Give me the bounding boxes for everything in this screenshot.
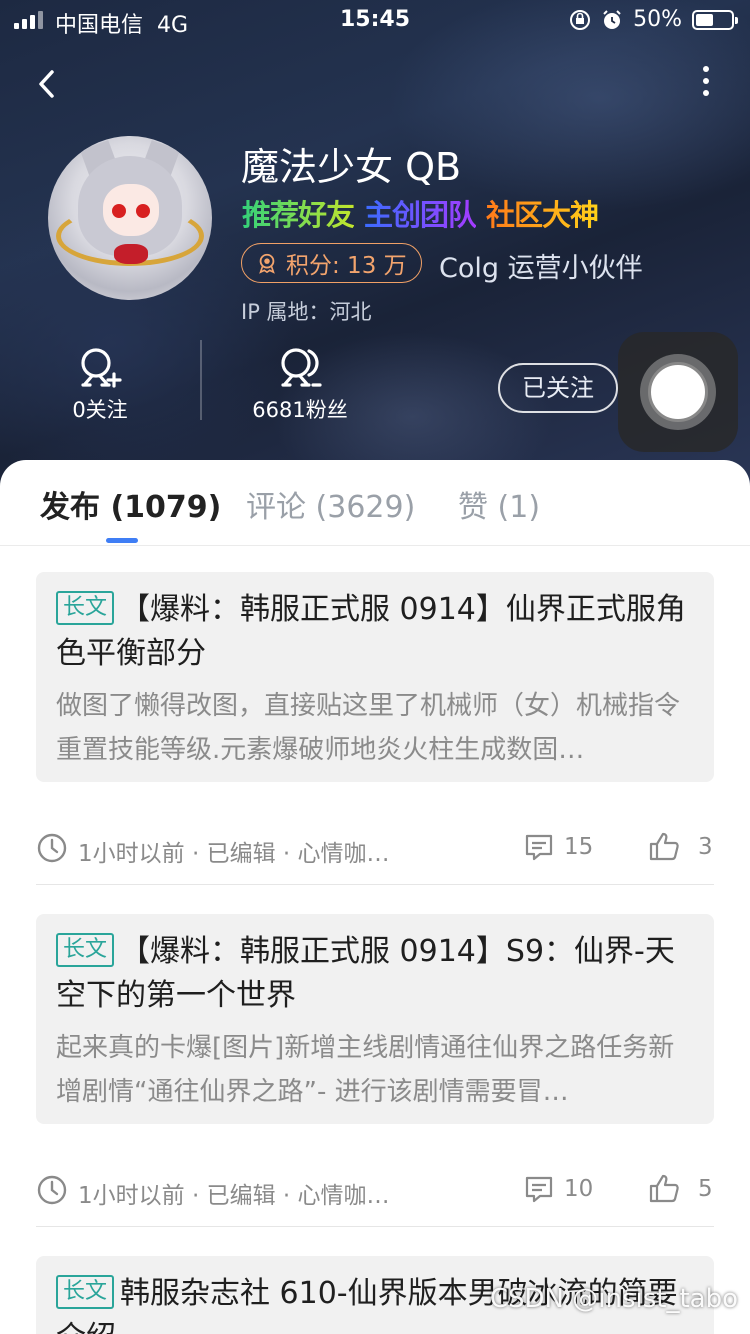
username: 魔法少女 QB <box>241 145 462 189</box>
comment-icon[interactable] <box>524 832 554 862</box>
tab-bar: 发布 (1079) 评论 (3629) 赞 (1) <box>0 460 750 546</box>
like-count: 5 <box>698 1176 713 1202</box>
thumbs-up-icon[interactable] <box>648 1172 680 1204</box>
long-post-tag: 长文 <box>56 1275 115 1309</box>
post-divider <box>36 1226 714 1227</box>
orientation-lock-icon <box>570 9 591 30</box>
post-title: 长文 【爆料：韩服正式服 0914】S9：仙界-天空下的第一个世界 <box>56 933 675 1013</box>
post-time: 1小时以前 · 已编辑 · 心情咖… <box>78 1183 390 1209</box>
long-post-tag: 长文 <box>56 933 115 967</box>
user-badges: 推荐好友 主创团队 社区大神 <box>242 192 599 234</box>
thumbs-up-icon[interactable] <box>648 830 680 862</box>
followers-stat[interactable]: 6681粉丝 <box>230 346 370 424</box>
status-right: 50% <box>569 7 738 32</box>
followers-count: 6681粉丝 <box>252 398 348 422</box>
content-panel: 发布 (1079) 评论 (3629) 赞 (1) 长文 【爆料：韩服正式服 09… <box>0 460 750 1334</box>
more-dot-icon <box>703 66 709 72</box>
assistive-touch-icon <box>648 362 708 422</box>
tab-indicator <box>106 538 138 543</box>
clock-icon <box>37 1175 67 1205</box>
comment-count: 10 <box>564 1176 594 1202</box>
tab-comments[interactable]: 评论 (3629) <box>246 482 415 526</box>
post-divider <box>36 884 714 885</box>
long-post-tag: 长文 <box>56 591 115 625</box>
chevron-left-icon <box>39 70 54 98</box>
users-icon <box>281 348 322 387</box>
post-excerpt: 做图了懒得改图，直接贴这里了机械师（女）机械指令重置技能等级.元素爆破师地炎火柱… <box>56 691 681 765</box>
clock-icon <box>37 833 67 863</box>
avatar[interactable] <box>48 136 212 300</box>
like-count: 3 <box>698 834 713 860</box>
post-meta: 1小时以前 · 已编辑 · 心情咖… 10 5 <box>36 1174 714 1214</box>
back-button[interactable] <box>30 62 70 106</box>
points-badge[interactable]: 积分: 13 万 <box>241 243 422 283</box>
post-card[interactable]: 长文 【爆料：韩服正式服 0914】仙界正式服角色平衡部分 做图了懒得改图，直接贴… <box>36 572 714 782</box>
following-stat[interactable]: 0关注 <box>30 346 170 424</box>
comment-count: 15 <box>564 834 594 860</box>
follow-button[interactable]: 已关注 <box>498 363 618 413</box>
battery-percent: 50% <box>633 7 682 32</box>
tab-likes[interactable]: 赞 (1) <box>458 482 540 526</box>
tab-posts[interactable]: 发布 (1079) <box>40 482 221 526</box>
post-meta: 1小时以前 · 已编辑 · 心情咖… 15 3 <box>36 832 714 872</box>
badge-recommend-friend: 推荐好友 <box>242 192 355 234</box>
medal-icon <box>259 253 275 274</box>
ip-location: IP 属地：河北 <box>241 300 372 324</box>
assistive-touch-button[interactable] <box>618 332 738 452</box>
watermark: CSDN @insist_tabo <box>489 1284 738 1314</box>
points-label: 积分: 13 万 <box>286 253 407 279</box>
stats-divider <box>200 340 202 420</box>
post-title: 长文 【爆料：韩服正式服 0914】仙界正式服角色平衡部分 <box>56 591 686 671</box>
more-options-button[interactable] <box>696 66 716 106</box>
badge-community-master: 社区大神 <box>486 192 599 234</box>
comment-icon[interactable] <box>524 1174 554 1204</box>
battery-icon <box>692 9 738 30</box>
following-count: 0关注 <box>72 398 128 422</box>
post-excerpt: 起来真的卡爆[图片]新增主线剧情通往仙界之路任务新增剧情“通往仙界之路”- 进行… <box>56 1033 675 1107</box>
badge-core-team: 主创团队 <box>364 192 477 234</box>
profile-page: 中国电信 4G 15:45 50% 魔法少女 QB 推荐好友 主创团队 社区大神… <box>0 0 750 1334</box>
user-role: Colg 运营小伙伴 <box>439 253 643 284</box>
post-card[interactable]: 长文 【爆料：韩服正式服 0914】S9：仙界-天空下的第一个世界 起来真的卡爆[… <box>36 914 714 1124</box>
alarm-icon <box>603 9 621 29</box>
post-time: 1小时以前 · 已编辑 · 心情咖… <box>78 841 390 867</box>
status-bar: 中国电信 4G 15:45 50% <box>0 0 750 40</box>
user-add-icon <box>81 348 122 388</box>
